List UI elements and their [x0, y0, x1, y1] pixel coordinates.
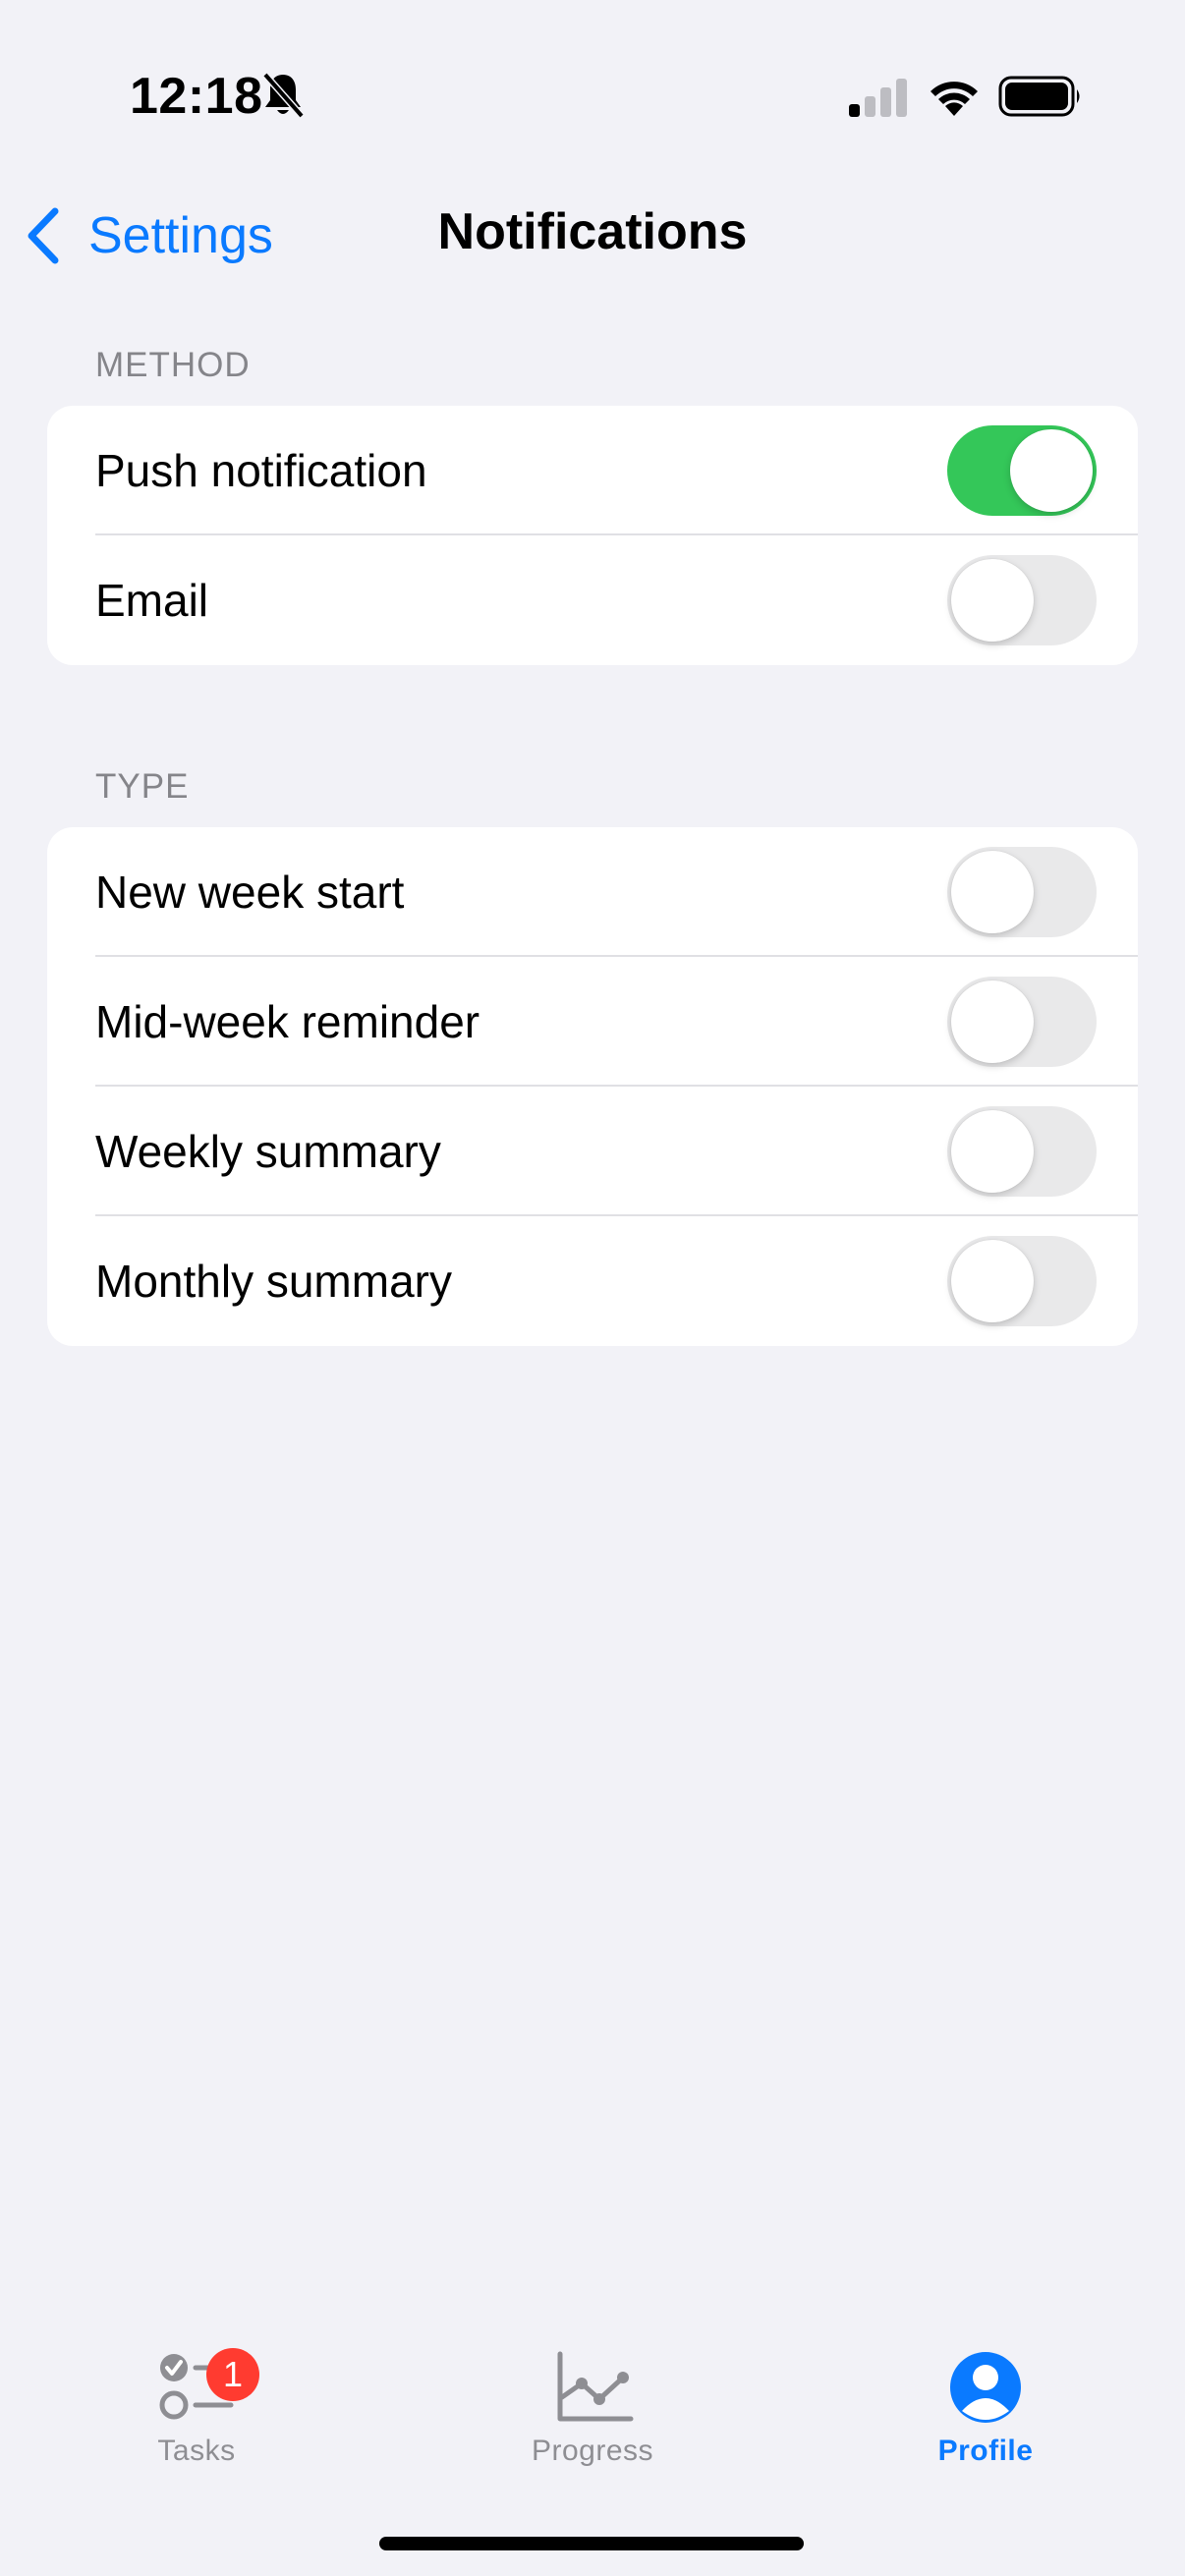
email-row: Email	[47, 535, 1138, 665]
page-title: Notifications	[437, 203, 748, 260]
tasks-badge: 1	[206, 2348, 259, 2401]
home-indicator	[379, 2537, 804, 2550]
toggle-knob	[951, 851, 1034, 933]
tab-tasks[interactable]: Tasks 1	[79, 2348, 314, 2495]
navigation-bar: Settings Notifications	[0, 187, 1185, 285]
monthly-summary-label: Monthly summary	[95, 1256, 452, 1307]
email-label: Email	[95, 575, 209, 626]
push-notification-toggle[interactable]	[947, 425, 1097, 516]
mid-week-reminder-toggle[interactable]	[947, 977, 1097, 1067]
tab-tasks-label: Tasks	[157, 2435, 236, 2467]
monthly-summary-row: Monthly summary	[47, 1216, 1138, 1346]
cellular-signal-icon	[849, 79, 907, 117]
section-header-type: TYPE	[95, 767, 190, 806]
weekly-summary-label: Weekly summary	[95, 1126, 441, 1177]
weekly-summary-row: Weekly summary	[47, 1087, 1138, 1216]
push-notification-row: Push notification	[47, 406, 1138, 535]
status-bar: 12:18	[0, 0, 1185, 187]
email-toggle[interactable]	[947, 555, 1097, 645]
type-group: New week start Mid-week reminder Weekly …	[47, 827, 1138, 1346]
tab-progress[interactable]: Progress	[475, 2348, 710, 2495]
new-week-start-row: New week start	[47, 827, 1138, 957]
toggle-knob	[951, 559, 1034, 642]
section-header-method: METHOD	[95, 346, 251, 384]
tab-progress-label: Progress	[531, 2435, 654, 2467]
mid-week-reminder-row: Mid-week reminder	[47, 957, 1138, 1087]
method-group: Push notification Email	[47, 406, 1138, 665]
battery-icon	[998, 76, 1080, 117]
mid-week-reminder-label: Mid-week reminder	[95, 996, 480, 1047]
new-week-start-toggle[interactable]	[947, 847, 1097, 937]
status-time: 12:18	[130, 68, 263, 125]
tab-profile[interactable]: Profile	[868, 2348, 1103, 2495]
wifi-icon	[931, 82, 978, 116]
weekly-summary-toggle[interactable]	[947, 1106, 1097, 1197]
toggle-knob	[1010, 429, 1093, 512]
toggle-knob	[951, 1240, 1034, 1322]
monthly-summary-toggle[interactable]	[947, 1236, 1097, 1326]
new-week-start-label: New week start	[95, 867, 405, 918]
toggle-knob	[951, 1110, 1034, 1193]
push-notification-label: Push notification	[95, 445, 427, 496]
bell-slash-icon	[262, 72, 305, 119]
toggle-knob	[951, 980, 1034, 1063]
person-circle-icon	[950, 2352, 1021, 2423]
line-chart-icon	[557, 2351, 634, 2422]
tab-profile-label: Profile	[937, 2435, 1034, 2467]
